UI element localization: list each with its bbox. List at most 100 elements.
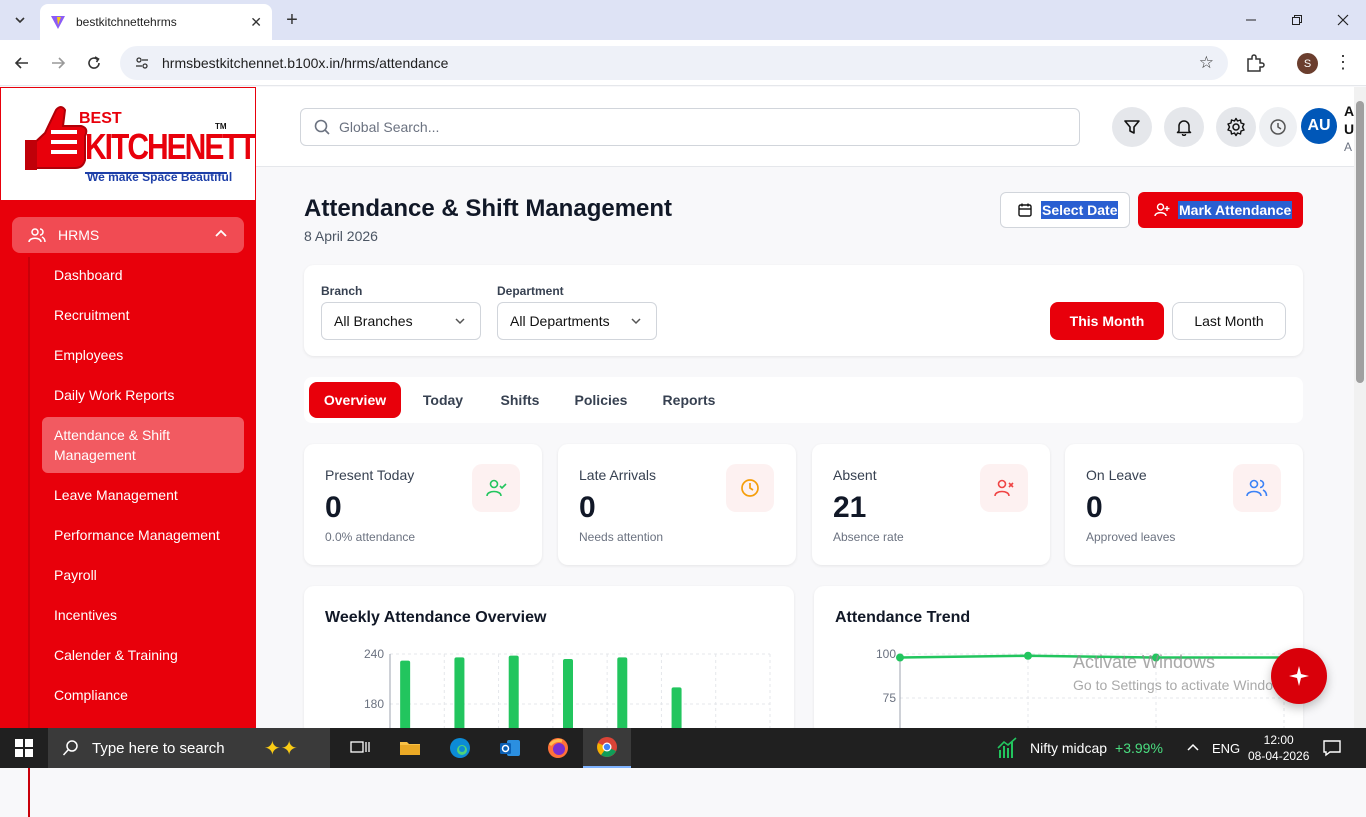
global-search-input[interactable]: Global Search...	[300, 108, 1080, 146]
task-view-button[interactable]	[336, 728, 384, 768]
users-icon	[1233, 464, 1281, 512]
notification-center-button[interactable]	[1322, 728, 1342, 768]
search-placeholder: Global Search...	[339, 119, 440, 135]
sidebar-item-leave-management[interactable]: Leave Management	[42, 485, 244, 505]
history-button[interactable]	[1259, 107, 1297, 147]
tab-shifts[interactable]: Shifts	[487, 382, 553, 418]
taskbar-search-placeholder: Type here to search	[92, 739, 225, 757]
y-tick-label: 100	[876, 647, 896, 661]
tab-today[interactable]: Today	[409, 382, 477, 418]
sidebar-item-label: Attendance & Shift Management	[54, 427, 170, 463]
trend-line	[899, 654, 1284, 659]
company-logo[interactable]: BEST KITCHENETTE TM We make Space Beauti…	[0, 87, 275, 201]
logo-kitchenette-text: KITCHENETTE	[85, 128, 275, 168]
mark-attendance-button[interactable]: Mark Attendance	[1138, 192, 1303, 228]
back-button[interactable]	[11, 52, 33, 74]
user-avatar[interactable]: AU	[1301, 108, 1337, 144]
scrollbar-thumb[interactable]	[1356, 101, 1364, 383]
sidebar-item-daily-work-reports[interactable]: Daily Work Reports	[42, 385, 244, 405]
start-button[interactable]	[0, 728, 48, 768]
language-indicator[interactable]: ENG	[1212, 728, 1240, 768]
stat-subtext: Absence rate	[833, 530, 904, 544]
ai-assistant-fab[interactable]	[1271, 648, 1327, 704]
sidebar-group-hrms[interactable]: HRMS	[12, 217, 244, 253]
minimize-icon	[1246, 19, 1256, 21]
user-plus-icon	[1154, 203, 1170, 217]
attendance-trend-line-chart: 100 75	[876, 647, 1288, 736]
restore-button[interactable]	[1274, 0, 1320, 40]
tab-overview[interactable]: Overview	[309, 382, 401, 418]
sidebar-item-compliance[interactable]: Compliance	[42, 685, 244, 705]
bell-icon	[1176, 120, 1192, 136]
notifications-button[interactable]	[1164, 107, 1204, 147]
bookmark-star-icon[interactable]: ☆	[1199, 53, 1214, 73]
close-icon	[1337, 14, 1349, 26]
close-window-button[interactable]	[1320, 0, 1366, 40]
page-scrollbar[interactable]	[1354, 87, 1366, 728]
bar	[400, 660, 411, 736]
select-date-button[interactable]: Select Date	[1000, 192, 1130, 228]
select-date-label: Select Date	[1041, 201, 1119, 219]
forward-button[interactable]	[47, 52, 69, 74]
edge-button[interactable]	[436, 728, 484, 768]
stat-value: 0	[579, 491, 596, 524]
taskbar-search-box[interactable]: Type here to search ✦✦	[48, 728, 330, 768]
stock-widget[interactable]: Nifty midcap +3.99%	[996, 728, 1163, 768]
data-point	[1152, 653, 1160, 662]
this-month-button[interactable]: This Month	[1050, 302, 1164, 340]
clock-icon	[1270, 119, 1286, 135]
clock[interactable]: 12:00 08-04-2026	[1248, 728, 1309, 768]
logo-tagline: We make Space Beautiful	[87, 170, 233, 184]
url-text: hrmsbestkitchennet.b100x.in/hrms/attenda…	[162, 55, 449, 71]
tab-policies[interactable]: Policies	[563, 382, 639, 418]
tab-title: bestkitchnettehrms	[76, 15, 177, 29]
outlook-button[interactable]	[486, 728, 534, 768]
show-hidden-icons-button[interactable]	[1186, 728, 1200, 768]
bar	[454, 657, 465, 736]
settings-button[interactable]	[1216, 107, 1256, 147]
user-name-truncated[interactable]: A U A	[1344, 102, 1354, 156]
sidebar-item-label: Compliance	[54, 687, 128, 703]
browser-menu-icon[interactable]: ⋮	[1334, 52, 1352, 73]
stock-chart-icon	[997, 737, 1017, 758]
sidebar-item-recruitment[interactable]: Recruitment	[42, 305, 244, 325]
chrome-button[interactable]	[583, 728, 631, 768]
last-month-button[interactable]: Last Month	[1172, 302, 1286, 340]
clock-time: 12:00	[1263, 733, 1294, 747]
chevron-down-icon	[15, 17, 25, 24]
tab-close-icon[interactable]: ✕	[250, 14, 262, 31]
sidebar-item-attendance[interactable]: Attendance & Shift Management	[42, 417, 244, 473]
filter-button[interactable]	[1112, 107, 1152, 147]
minimize-button[interactable]	[1228, 0, 1274, 40]
filter-panel: Branch All Branches Department All Depar…	[304, 265, 1303, 356]
users-icon	[28, 228, 46, 243]
sidebar-item-payroll[interactable]: Payroll	[42, 565, 244, 585]
tab-reports[interactable]: Reports	[649, 382, 729, 418]
search-icon	[62, 740, 78, 756]
sidebar-item-performance-management[interactable]: Performance Management	[42, 525, 244, 545]
sidebar-item-dashboard[interactable]: Dashboard	[42, 265, 244, 285]
tab-search-button[interactable]	[8, 8, 32, 32]
sidebar-item-employees[interactable]: Employees	[42, 345, 244, 365]
sidebar-item-incentives[interactable]: Incentives	[42, 605, 244, 625]
browser-tab[interactable]: bestkitchnettehrms ✕	[40, 4, 272, 40]
profile-avatar[interactable]: S	[1297, 53, 1318, 74]
logo-trademark: TM	[215, 122, 227, 131]
branch-select[interactable]: All Branches	[321, 302, 481, 340]
y-tick-label: 75	[883, 691, 897, 705]
stat-label: Late Arrivals	[579, 467, 657, 483]
stat-value: 21	[833, 491, 867, 524]
department-select[interactable]: All Departments	[497, 302, 657, 340]
sidebar-item-label: Incentives	[54, 607, 118, 623]
firefox-button[interactable]	[534, 728, 582, 768]
sidebar: BEST KITCHENETTE TM We make Space Beauti…	[0, 87, 275, 817]
sidebar-item-calender-training[interactable]: Calender & Training	[42, 645, 244, 665]
site-settings-icon[interactable]	[134, 55, 150, 71]
file-explorer-button[interactable]	[386, 728, 434, 768]
user-name-line2: U	[1344, 121, 1355, 137]
stat-card-late: Late Arrivals 0 Needs attention	[558, 444, 796, 565]
reload-button[interactable]	[83, 52, 105, 74]
address-bar[interactable]: hrmsbestkitchennet.b100x.in/hrms/attenda…	[120, 46, 1228, 80]
new-tab-button[interactable]: +	[282, 8, 302, 32]
extensions-puzzle-icon[interactable]	[1244, 52, 1266, 74]
